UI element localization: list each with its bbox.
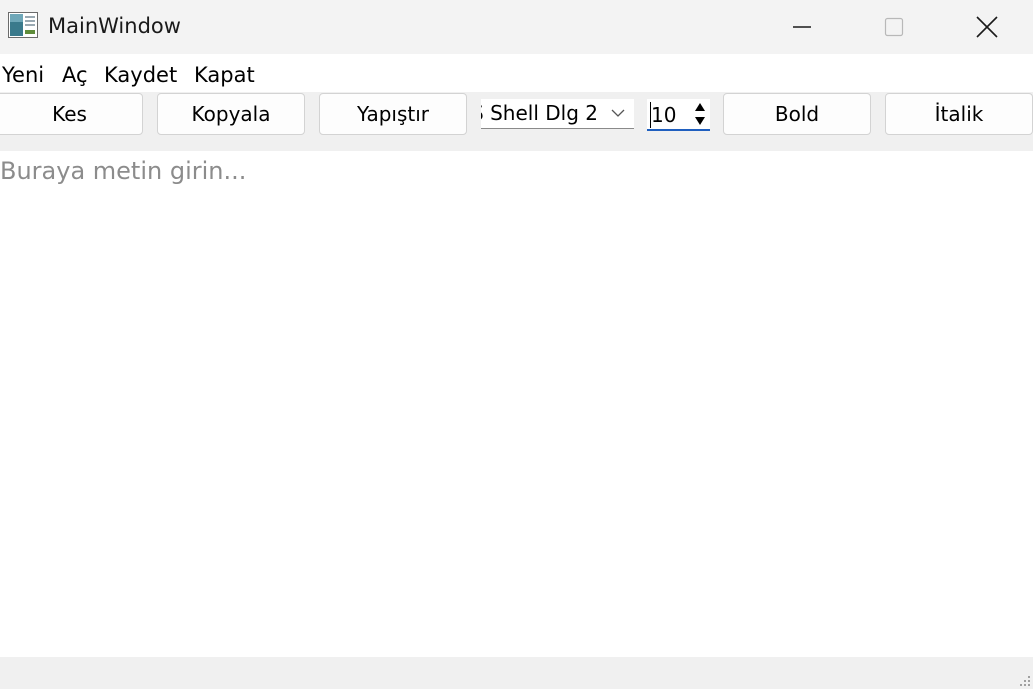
font-size-spinbox[interactable]: 10 [647, 99, 710, 131]
paste-button[interactable]: Yapıştır [319, 93, 467, 135]
copy-button[interactable]: Kopyala [157, 93, 305, 135]
font-combobox-value: MS Shell Dlg 2 [481, 101, 598, 125]
main-window: MainWindow Yeni Aç Kaydet Kapat Kes Kopy… [0, 0, 1033, 689]
spin-up-arrow-icon[interactable] [693, 101, 707, 113]
font-combobox[interactable]: MS Shell Dlg 2 [481, 99, 634, 129]
maximize-icon [884, 17, 904, 37]
maximize-button[interactable] [848, 0, 940, 54]
cut-button[interactable]: Kes [0, 93, 143, 135]
close-button[interactable] [941, 0, 1033, 54]
bold-button[interactable]: Bold [723, 93, 871, 135]
menu-item-yeni[interactable]: Yeni [2, 62, 44, 88]
minimize-button[interactable] [756, 0, 848, 54]
font-size-value: 10 [650, 102, 677, 128]
italic-button[interactable]: İtalik [885, 93, 1033, 135]
size-grip-icon[interactable] [1019, 675, 1031, 687]
menu-item-kaydet[interactable]: Kaydet [104, 62, 177, 88]
chevron-down-icon [611, 109, 625, 117]
title-bar[interactable]: MainWindow [0, 0, 1033, 54]
toolbar: Kes Kopyala Yapıştır MS Shell Dlg 2 10 B… [0, 92, 1033, 151]
window-title: MainWindow [48, 14, 181, 38]
close-icon [976, 16, 998, 38]
minimize-icon [793, 26, 811, 28]
menu-bar: Yeni Aç Kaydet Kapat [0, 54, 1033, 92]
menu-item-kapat[interactable]: Kapat [194, 62, 255, 88]
app-icon [8, 12, 38, 38]
spin-down-arrow-icon[interactable] [693, 115, 707, 127]
menu-item-ac[interactable]: Aç [62, 62, 88, 88]
status-bar [0, 657, 1033, 689]
text-editor[interactable] [0, 151, 1033, 657]
